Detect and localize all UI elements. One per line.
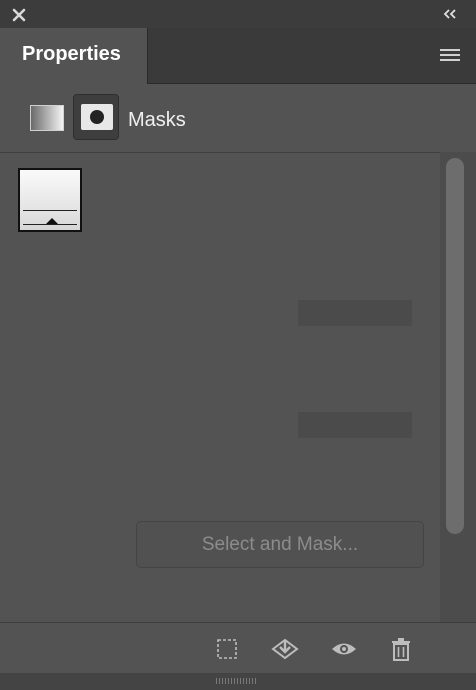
properties-panel: Masks Select and Mask... bbox=[0, 84, 476, 690]
pixel-mask-icon[interactable] bbox=[30, 105, 64, 131]
mask-mode-bar: Masks bbox=[0, 84, 476, 153]
mask-thumbnail[interactable] bbox=[18, 168, 82, 232]
close-icon[interactable] bbox=[10, 6, 28, 24]
panel-resize-grip[interactable] bbox=[0, 673, 476, 690]
scrollbar-track[interactable] bbox=[440, 152, 476, 622]
vector-mask-swatch bbox=[81, 104, 113, 130]
double-chevron-left-icon[interactable] bbox=[442, 6, 458, 22]
vector-mask-icon[interactable] bbox=[73, 94, 119, 140]
visibility-eye-icon[interactable] bbox=[330, 637, 356, 661]
apply-mask-icon[interactable] bbox=[271, 637, 299, 661]
feather-field-placeholder bbox=[298, 412, 412, 438]
panel-bottom-toolbar bbox=[0, 622, 476, 673]
masks-label: Masks bbox=[128, 109, 186, 131]
tab-properties-label: Properties bbox=[22, 43, 121, 65]
hamburger-menu-icon[interactable] bbox=[440, 48, 460, 62]
panel-topbar bbox=[0, 0, 476, 29]
mask-circle-shape bbox=[90, 110, 104, 124]
scrollbar-thumb[interactable] bbox=[446, 158, 464, 534]
select-and-mask-button[interactable]: Select and Mask... bbox=[136, 521, 424, 568]
tab-properties[interactable]: Properties bbox=[0, 28, 148, 84]
tab-row: Properties bbox=[0, 28, 476, 84]
selection-from-mask-icon[interactable] bbox=[214, 637, 240, 661]
grip-lines bbox=[216, 678, 256, 684]
thumbnail-rule-top bbox=[23, 210, 77, 211]
delete-trash-icon[interactable] bbox=[389, 637, 415, 661]
density-field-placeholder bbox=[298, 300, 412, 326]
thumbnail-rule-bottom bbox=[23, 224, 77, 225]
